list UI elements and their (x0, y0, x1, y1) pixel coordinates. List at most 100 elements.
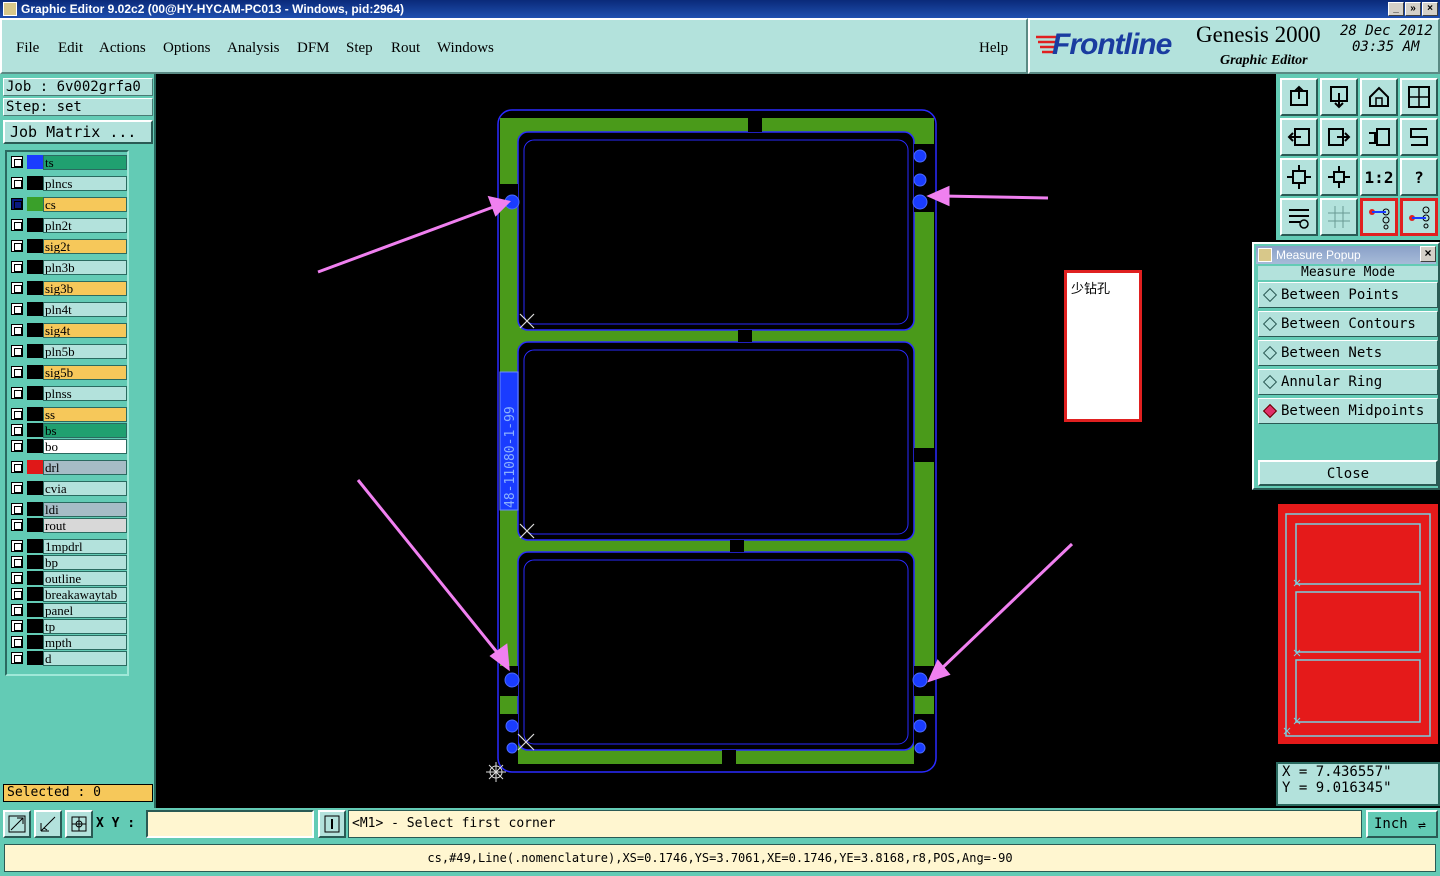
layer-checkbox[interactable] (11, 540, 23, 552)
layer-row-tp[interactable]: tp (9, 618, 127, 634)
layer-row-pln3b[interactable]: pln3b (9, 259, 127, 275)
layer-checkbox[interactable] (11, 387, 23, 399)
layer-color-swatch[interactable] (27, 635, 43, 649)
menu-options[interactable]: Options (163, 40, 211, 57)
layer-checkbox[interactable] (11, 177, 23, 189)
menu-help[interactable]: Help (979, 40, 1008, 57)
layer-row-plnss[interactable]: plnss (9, 385, 127, 401)
layer-color-swatch[interactable] (27, 386, 43, 400)
zoom-fit-icon[interactable] (1280, 158, 1318, 196)
graphic-canvas[interactable]: 48-11080-1-99 少钻孔 (156, 74, 1276, 808)
menu-dfm[interactable]: DFM (297, 40, 330, 57)
layer-name[interactable]: sig4t (43, 323, 127, 338)
layer-checkbox[interactable] (11, 282, 23, 294)
layer-color-swatch[interactable] (27, 302, 43, 316)
layer-name[interactable]: outline (43, 571, 127, 586)
undo-zoom-icon[interactable] (1360, 118, 1398, 156)
layer-checkbox[interactable] (11, 198, 23, 210)
layer-row-bo[interactable]: bo (9, 438, 127, 454)
layer-row-breakawaytab[interactable]: breakawaytab (9, 586, 127, 602)
layer-name[interactable]: sig2t (43, 239, 127, 254)
zoom-center-icon[interactable] (1320, 158, 1358, 196)
snap-icon[interactable] (1360, 198, 1398, 236)
layer-name[interactable]: panel (43, 603, 127, 618)
layer-name[interactable]: mpth (43, 635, 127, 650)
close-window-button[interactable]: × (1422, 2, 1438, 16)
overview-map[interactable] (1278, 504, 1438, 744)
one-to-two-button[interactable]: 1:2 (1360, 158, 1398, 196)
layer-row-bp[interactable]: bp (9, 554, 127, 570)
layer-checkbox[interactable] (11, 324, 23, 336)
layer-row-1mpdrl[interactable]: 1mpdrl (9, 538, 127, 554)
layer-row-outline[interactable]: outline (9, 570, 127, 586)
layer-name[interactable]: ss (43, 407, 127, 422)
layer-checkbox[interactable] (11, 503, 23, 515)
layer-checkbox[interactable] (11, 636, 23, 648)
layer-color-swatch[interactable] (27, 218, 43, 232)
layer-row-drl[interactable]: drl (9, 459, 127, 475)
layer-name[interactable]: sig3b (43, 281, 127, 296)
layer-name[interactable]: rout (43, 518, 127, 533)
option-between-contours[interactable]: Between Contours (1258, 311, 1438, 337)
layer-checkbox[interactable] (11, 652, 23, 664)
layer-row-panel[interactable]: panel (9, 602, 127, 618)
layer-color-swatch[interactable] (27, 502, 43, 516)
layer-color-swatch[interactable] (27, 323, 43, 337)
layer-checkbox[interactable] (11, 240, 23, 252)
menu-edit[interactable]: Edit (58, 40, 83, 57)
layer-name[interactable]: ts (43, 155, 127, 170)
menu-analysis[interactable]: Analysis (227, 40, 280, 57)
layer-row-pln5b[interactable]: pln5b (9, 343, 127, 359)
layer-name[interactable]: sig5b (43, 365, 127, 380)
layer-name[interactable]: bo (43, 439, 127, 454)
layer-checkbox[interactable] (11, 519, 23, 531)
layer-row-pln4t[interactable]: pln4t (9, 301, 127, 317)
layer-name[interactable]: 1mpdrl (43, 539, 127, 554)
layer-name[interactable]: pln3b (43, 260, 127, 275)
layer-row-sig3b[interactable]: sig3b (9, 280, 127, 296)
layer-color-swatch[interactable] (27, 603, 43, 617)
layer-name[interactable]: ldi (43, 502, 127, 517)
zoom-in-icon[interactable] (3, 810, 31, 838)
layer-row-pln2t[interactable]: pln2t (9, 217, 127, 233)
layer-color-swatch[interactable] (27, 539, 43, 553)
layer-name[interactable]: pln5b (43, 344, 127, 359)
pop-icon[interactable] (1320, 78, 1358, 116)
layer-name[interactable]: pln4t (43, 302, 127, 317)
layer-checkbox[interactable] (11, 482, 23, 494)
layer-checkbox[interactable] (11, 345, 23, 357)
layer-name[interactable]: breakawaytab (43, 587, 127, 602)
measure-icon[interactable] (34, 810, 62, 838)
pan-left-icon[interactable] (1280, 118, 1318, 156)
layer-row-ss[interactable]: ss (9, 406, 127, 422)
layer-name[interactable]: bs (43, 423, 127, 438)
layer-checkbox[interactable] (11, 366, 23, 378)
layer-checkbox[interactable] (11, 303, 23, 315)
layer-name[interactable]: plnss (43, 386, 127, 401)
layer-checkbox[interactable] (11, 620, 23, 632)
layer-row-rout[interactable]: rout (9, 517, 127, 533)
info-icon[interactable] (318, 810, 346, 838)
option-between-midpoints[interactable]: Between Midpoints (1258, 398, 1438, 424)
help-icon[interactable]: ? (1400, 158, 1438, 196)
popup-close-icon[interactable]: × (1420, 246, 1436, 262)
layer-checkbox[interactable] (11, 408, 23, 420)
job-matrix-button[interactable]: Job Matrix ... (3, 120, 153, 144)
layer-color-swatch[interactable] (27, 587, 43, 601)
layer-name[interactable]: drl (43, 460, 127, 475)
menu-actions[interactable]: Actions (99, 40, 146, 57)
layer-color-swatch[interactable] (27, 555, 43, 569)
layer-row-sig5b[interactable]: sig5b (9, 364, 127, 380)
layer-checkbox[interactable] (11, 572, 23, 584)
maximize-button[interactable]: » (1405, 2, 1421, 16)
menu-file[interactable]: File (16, 40, 39, 57)
layer-name[interactable]: cvia (43, 481, 127, 496)
layer-row-ts[interactable]: ts (9, 154, 127, 170)
option-between-points[interactable]: Between Points (1258, 282, 1438, 308)
layer-color-swatch[interactable] (27, 407, 43, 421)
layer-name[interactable]: bp (43, 555, 127, 570)
layer-row-ldi[interactable]: ldi (9, 501, 127, 517)
layer-color-swatch[interactable] (27, 281, 43, 295)
layer-color-swatch[interactable] (27, 155, 43, 169)
layer-checkbox[interactable] (11, 219, 23, 231)
